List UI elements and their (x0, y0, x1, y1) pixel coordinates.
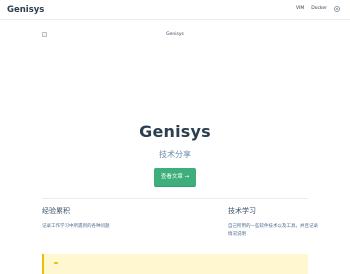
nav-link-docker[interactable]: Docker (311, 5, 327, 13)
tip-box (42, 254, 308, 274)
theme-toggle-icon[interactable] (334, 6, 340, 12)
feature-details: 记录工作学习中所遇到的各种问题 (42, 224, 110, 229)
tip-icon (54, 262, 58, 264)
feature-title: 技术学习 (228, 207, 256, 215)
nav-links: VIM Docker (296, 5, 340, 13)
feature-details: 自己所用的一些软件技术以及工具，并且记录情况说明 (228, 224, 318, 237)
hero-title: Genisys (139, 122, 211, 141)
feature-experience: 经验累积 记录工作学习中所遇到的各种问题 (42, 206, 142, 231)
hero-description: 技术分享 (159, 150, 191, 159)
site-name[interactable]: Genisys (7, 4, 44, 16)
features-divider (42, 198, 308, 199)
hero-image: Genisys (42, 31, 308, 111)
feature-title: 经验累积 (42, 207, 70, 215)
hero-image-alt: Genisys (166, 32, 184, 37)
feature-tech-learning: 技术学习 自己所用的一些软件技术以及工具，并且记录情况说明 (228, 206, 318, 238)
navbar: Genisys VIM Docker (0, 0, 350, 20)
nav-link-vim[interactable]: VIM (296, 5, 304, 13)
view-articles-button[interactable]: 查看文章 → (154, 168, 196, 187)
